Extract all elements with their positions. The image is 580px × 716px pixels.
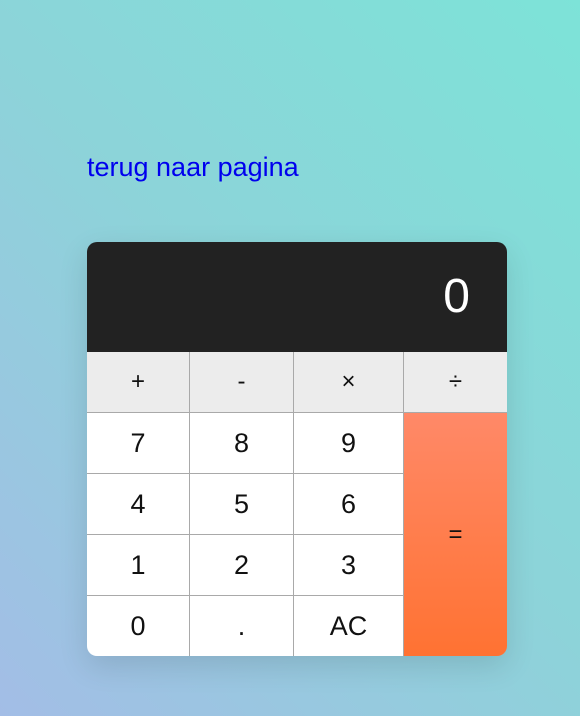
digit-9-button[interactable]: 9 (294, 413, 404, 474)
digit-6-button[interactable]: 6 (294, 474, 404, 535)
calculator-keypad: + - × ÷ 7 8 9 = 4 5 6 1 2 3 0 . AC (87, 352, 507, 656)
digit-3-button[interactable]: 3 (294, 535, 404, 596)
digit-8-button[interactable]: 8 (190, 413, 294, 474)
multiply-button[interactable]: × (294, 352, 404, 413)
digit-7-button[interactable]: 7 (87, 413, 190, 474)
equals-button[interactable]: = (404, 413, 507, 656)
digit-1-button[interactable]: 1 (87, 535, 190, 596)
digit-2-button[interactable]: 2 (190, 535, 294, 596)
subtract-button[interactable]: - (190, 352, 294, 413)
calculator-display: 0 (87, 242, 507, 352)
decimal-button[interactable]: . (190, 596, 294, 656)
add-button[interactable]: + (87, 352, 190, 413)
back-to-page-link[interactable]: terug naar pagina (87, 151, 299, 183)
calculator: 0 + - × ÷ 7 8 9 = 4 5 6 1 2 3 0 . AC (87, 242, 507, 656)
digit-5-button[interactable]: 5 (190, 474, 294, 535)
divide-button[interactable]: ÷ (404, 352, 507, 413)
digit-0-button[interactable]: 0 (87, 596, 190, 656)
clear-button[interactable]: AC (294, 596, 404, 656)
digit-4-button[interactable]: 4 (87, 474, 190, 535)
